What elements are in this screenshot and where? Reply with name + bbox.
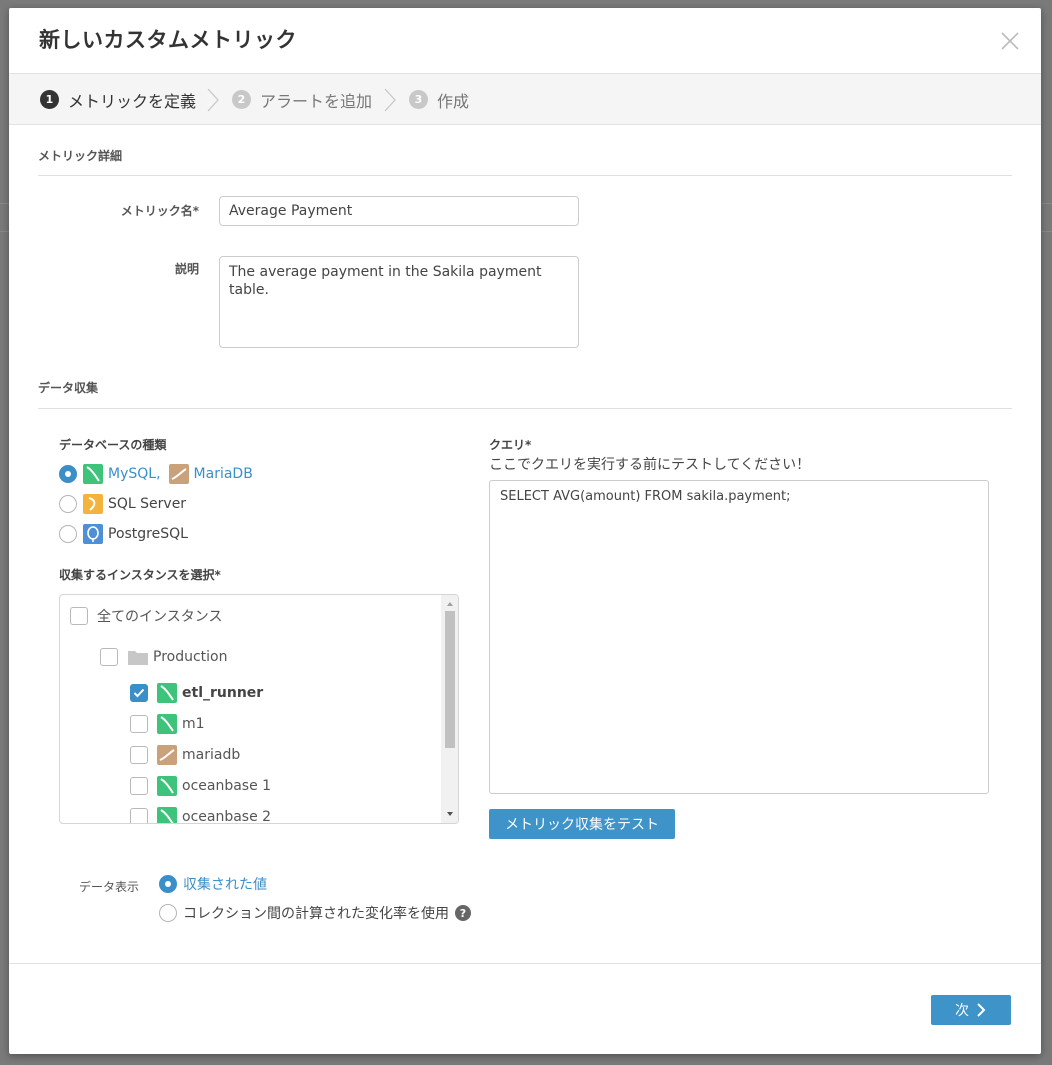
- checkbox[interactable]: [130, 777, 148, 795]
- radio-button[interactable]: [59, 465, 77, 483]
- wizard-steps: 1 メトリックを定義 2 アラートを追加 3 作成: [9, 74, 1041, 125]
- chevron-right-icon: [207, 88, 219, 112]
- instance-row[interactable]: mariadb: [130, 744, 240, 766]
- data-display-label: データ表示: [78, 880, 139, 894]
- section-title-metric-details: メトリック詳細: [38, 149, 123, 163]
- data-display-option-label: 収集された値: [183, 877, 267, 893]
- close-icon: [1001, 32, 1019, 50]
- mysql-icon: [157, 714, 177, 734]
- step-label: メトリックを定義: [68, 91, 197, 111]
- instance-row[interactable]: oceanbase 1: [130, 775, 271, 797]
- step-label: アラートを追加: [260, 91, 373, 111]
- db-type-postgres-option[interactable]: PostgreSQL: [59, 523, 188, 545]
- step-number: 2: [232, 90, 251, 109]
- custom-metric-dialog: 新しいカスタムメトリック 1 メトリックを定義 2 アラートを追加 3 作成 メ…: [9, 8, 1041, 1054]
- data-display-collected-option[interactable]: 収集された値: [159, 873, 267, 895]
- data-display-rate-option[interactable]: コレクション間の計算された変化率を使用 ?: [159, 902, 471, 924]
- database-type-label: データベースの種類: [59, 438, 167, 452]
- check-icon: [133, 688, 145, 698]
- chevron-right-icon: [384, 88, 396, 112]
- checkbox[interactable]: [130, 808, 148, 823]
- scroll-up-icon[interactable]: [445, 599, 455, 609]
- close-button[interactable]: [999, 30, 1021, 52]
- instance-label: oceanbase 1: [182, 778, 272, 794]
- description-textarea[interactable]: The average payment in the Sakila paymen…: [219, 256, 579, 348]
- data-display-option-label: コレクション間の計算された変化率を使用: [183, 906, 449, 922]
- dialog-header: 新しいカスタムメトリック: [9, 8, 1041, 74]
- wizard-step-define[interactable]: 1 メトリックを定義: [40, 74, 196, 125]
- section-title-data-collection: データ収集: [38, 381, 99, 395]
- radio-button[interactable]: [159, 904, 177, 922]
- scroll-thumb[interactable]: [445, 611, 455, 748]
- scroll-down-icon[interactable]: [445, 809, 455, 819]
- radio-button[interactable]: [159, 875, 177, 893]
- step-label: 作成: [437, 91, 470, 111]
- db-type-label: PostgreSQL: [108, 526, 188, 542]
- metric-name-label: メトリック名*: [120, 204, 199, 218]
- description-label: 説明: [174, 262, 199, 276]
- dialog-title: 新しいカスタムメトリック: [39, 28, 297, 52]
- mysql-icon: [157, 776, 177, 796]
- radio-button[interactable]: [59, 525, 77, 543]
- checkbox[interactable]: [70, 607, 88, 625]
- section-divider: [38, 408, 1012, 409]
- instance-label: etl_runner: [182, 685, 264, 701]
- db-type-label: MySQL,: [108, 466, 161, 482]
- instances-label: 収集するインスタンスを選択*: [59, 568, 221, 582]
- instance-row[interactable]: m1: [130, 713, 205, 735]
- section-divider: [38, 175, 1012, 176]
- instance-label: mariadb: [182, 747, 241, 763]
- checkbox[interactable]: [100, 648, 118, 666]
- radio-button[interactable]: [59, 495, 77, 513]
- mysql-icon: [83, 464, 103, 484]
- db-type-label: MariaDB: [193, 466, 253, 482]
- db-type-sqlserver-option[interactable]: SQL Server: [59, 493, 186, 515]
- help-icon[interactable]: ?: [455, 905, 471, 921]
- mysql-icon: [157, 807, 177, 823]
- wizard-step-alert[interactable]: 2 アラートを追加: [232, 74, 372, 125]
- instance-group-row[interactable]: Production: [100, 646, 227, 668]
- chevron-right-icon: [977, 1003, 986, 1017]
- query-label: クエリ*: [489, 438, 532, 452]
- query-hint: ここでクエリを実行する前にテストしてください！: [489, 457, 811, 473]
- checkbox[interactable]: [130, 746, 148, 764]
- checkbox[interactable]: [130, 715, 148, 733]
- db-type-mysql-option[interactable]: MySQL, MariaDB: [59, 463, 253, 485]
- mysql-icon: [157, 683, 177, 703]
- folder-icon: [128, 651, 148, 665]
- instance-row[interactable]: oceanbase 2: [130, 806, 272, 824]
- next-button[interactable]: 次: [931, 995, 1011, 1025]
- query-textarea[interactable]: SELECT AVG(amount) FROM sakila.payment;: [489, 480, 989, 794]
- instance-all-label: 全てのインスタンス: [97, 609, 223, 625]
- step-number: 3: [409, 90, 428, 109]
- instance-group-label: Production: [153, 649, 228, 665]
- next-button-label: 次: [955, 1003, 969, 1019]
- instance-label: m1: [182, 716, 205, 732]
- sqlserver-icon: [83, 494, 103, 514]
- mariadb-icon: [157, 745, 177, 765]
- instance-tree[interactable]: 全てのインスタンス Production etl_runner m1 maria…: [59, 594, 459, 824]
- footer-divider: [9, 963, 1041, 964]
- test-metric-collection-button[interactable]: メトリック収集をテスト: [489, 809, 675, 839]
- step-number: 1: [40, 90, 59, 109]
- instance-all-row[interactable]: 全てのインスタンス: [70, 605, 222, 627]
- tree-scrollbar[interactable]: [441, 595, 458, 823]
- postgresql-icon: [83, 524, 103, 544]
- checkbox[interactable]: [130, 684, 148, 702]
- db-type-label: SQL Server: [108, 496, 187, 512]
- mariadb-icon: [168, 464, 189, 484]
- metric-name-input[interactable]: [219, 196, 579, 226]
- instance-row[interactable]: etl_runner: [130, 682, 263, 704]
- wizard-step-create[interactable]: 3 作成: [409, 74, 469, 125]
- instance-label: oceanbase 2: [182, 809, 272, 824]
